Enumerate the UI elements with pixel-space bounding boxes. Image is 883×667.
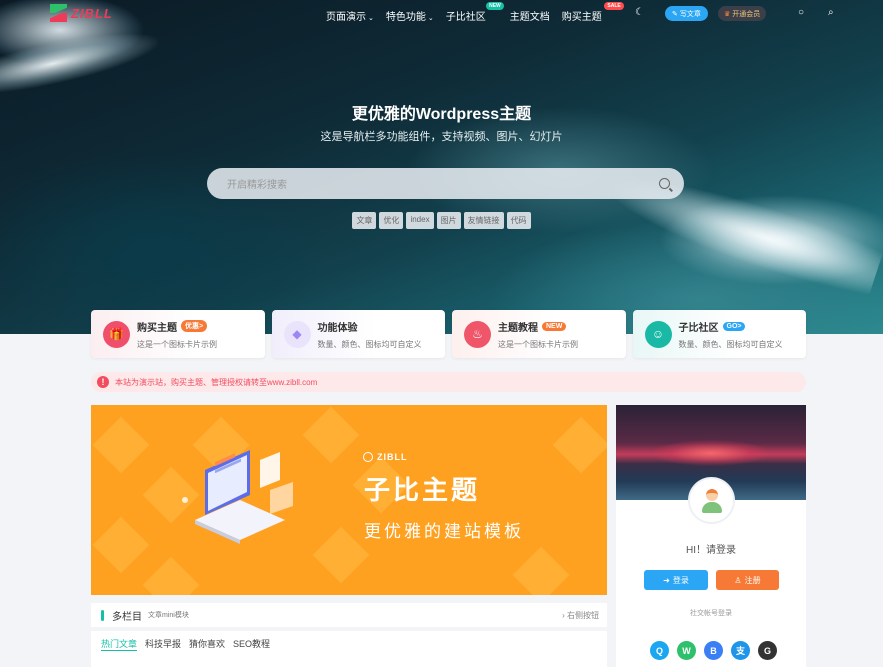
search-placeholder: 开启精彩搜索 (227, 180, 287, 191)
discount-badge: 优惠> (181, 320, 208, 332)
lightbulb-icon[interactable]: ○ (798, 7, 804, 18)
search-tag[interactable]: 文章 (352, 212, 377, 229)
card-desc: 这是一个图标卡片示例 (498, 339, 578, 349)
search-tag[interactable]: 友情链接 (463, 212, 504, 229)
top-navbar: ZIBLL 页面演示 ⌄ 特色功能 ⌄ 子比社区 NEW 主题文档 购买主题 SALE … (0, 0, 883, 28)
card-title: 功能体验 (317, 322, 358, 334)
hero-wave-foam (0, 21, 163, 99)
qq-icon[interactable]: Q (650, 641, 669, 660)
search-icon[interactable] (659, 178, 670, 189)
notice-bar: ! 本站为演示站，购买主题、管理授权请转至www.zibll.com (91, 372, 806, 392)
wechat-icon[interactable]: W (677, 641, 696, 660)
hero-background (0, 0, 883, 334)
column-header: 多栏目 文章mini模块 › 右侧按钮 (91, 603, 607, 627)
login-greeting: HI！请登录 (686, 545, 736, 556)
accent-bar (101, 609, 104, 621)
new-badge: NEW (542, 321, 567, 331)
social-login-label: 社交帐号登录 (690, 610, 732, 617)
alert-icon: ! (97, 376, 109, 388)
crown-icon: ♛ (724, 10, 731, 18)
banner-tagline: 更优雅的建站模板 (364, 522, 524, 541)
login-button[interactable]: ➜ 登录 (644, 570, 708, 590)
laptop-illustration (182, 450, 293, 544)
chevron-down-icon: ⌄ (427, 15, 434, 22)
search-tag[interactable]: 代码 (506, 212, 531, 229)
tab-recommend[interactable]: 猜你喜欢 (189, 637, 225, 651)
hero-subtitle: 这是导航栏多功能组件，支持视频、图片、幻灯片 (320, 131, 563, 143)
user-icon: ♙ (734, 575, 742, 585)
tab-tech-news[interactable]: 科技早报 (145, 637, 181, 651)
hero-search-input[interactable]: 开启精彩搜索 (207, 168, 684, 199)
search-icon[interactable]: ⌕ (828, 7, 834, 18)
card-tutorial[interactable]: ♨ 主题教程 NEW 这是一个图标卡片示例 (452, 310, 626, 358)
menu-item-features[interactable]: 特色功能 ⌄ (386, 8, 434, 23)
sale-badge: SALE (604, 2, 624, 10)
hero-title: 更优雅的Wordpress主题 (351, 106, 532, 123)
banner-slide[interactable] (91, 405, 607, 595)
logo-icon (363, 452, 373, 462)
alipay-icon[interactable]: 支 (731, 641, 750, 660)
go-badge: GO> (722, 321, 746, 331)
card-desc: 数量、颜色、图标均可自定义 (317, 339, 422, 349)
social-login-buttons: Q W B 支 G (650, 641, 777, 660)
column-right-button[interactable]: › 右侧按钮 (562, 610, 599, 621)
site-logo[interactable]: ZIBLL (50, 4, 113, 22)
tab-seo[interactable]: SEO教程 (233, 637, 270, 651)
avatar-icon (700, 487, 724, 515)
column-subtitle: 文章mini模块 (148, 612, 189, 619)
user-login-card: HI！请登录 ➜ 登录 ♙ 注册 社交帐号登录 Q W B 支 G (616, 405, 806, 667)
avatar[interactable] (688, 477, 735, 524)
new-badge: NEW (486, 2, 504, 10)
search-tag[interactable]: 优化 (379, 212, 404, 229)
menu-item-docs[interactable]: 主题文档 (510, 8, 550, 23)
menu-item-buy[interactable]: 购买主题 SALE (562, 2, 624, 23)
card-title: 子比社区 (678, 322, 719, 334)
register-button[interactable]: ♙ 注册 (716, 570, 779, 590)
notice-text[interactable]: 本站为演示站，购买主题、管理授权请转至www.zibll.com (115, 377, 317, 388)
vip-button[interactable]: ♛ 开通会员 (718, 6, 767, 21)
fire-icon: ♨ (464, 320, 491, 348)
login-icon: ➜ (663, 575, 670, 585)
github-icon[interactable]: G (758, 641, 777, 660)
card-title: 主题教程 (498, 322, 538, 334)
column-tabs: 热门文章 科技早报 猜你喜欢 SEO教程 (91, 631, 607, 667)
card-desc: 这是一个图标卡片示例 (137, 339, 217, 349)
search-tag[interactable]: 图片 (436, 212, 461, 229)
moon-icon[interactable]: ☾ (635, 7, 644, 18)
logo-text: ZIBLL (71, 5, 113, 21)
pen-icon: ✎ (672, 10, 678, 18)
card-features[interactable]: ◆ 功能体验 数量、颜色、图标均可自定义 (271, 310, 445, 358)
search-tag[interactable]: index (406, 212, 434, 229)
banner-headline: 子比主题 (364, 475, 481, 505)
chevron-down-icon: ⌄ (368, 15, 374, 22)
gift-icon: 🎁 (103, 320, 130, 348)
diamond-icon: ◆ (283, 320, 311, 348)
banner-brand: ZIBLL (363, 452, 408, 462)
baidu-icon[interactable]: B (704, 641, 723, 660)
community-icon: ☺ (644, 320, 672, 348)
card-desc: 数量、颜色、图标均可自定义 (678, 339, 783, 349)
column-title: 多栏目 (112, 611, 142, 623)
icon-cards: 🎁 购买主题 优惠> 这是一个图标卡片示例 ◆ 功能体验 数量、颜色、图标均可自定… (91, 310, 806, 358)
menu-item-demo[interactable]: 页面演示 ⌄ (326, 8, 374, 23)
search-hot-tags: 文章 优化 index 图片 友情链接 代码 (0, 212, 883, 229)
menu-item-community[interactable]: 子比社区 NEW (446, 2, 504, 23)
main-menu: 页面演示 ⌄ 特色功能 ⌄ 子比社区 NEW 主题文档 购买主题 SALE (326, 2, 624, 23)
write-post-button[interactable]: ✎ 写文章 (665, 6, 708, 21)
card-title: 购买主题 (137, 322, 177, 334)
tab-hot-articles[interactable]: 热门文章 (101, 637, 138, 651)
card-buy-theme[interactable]: 🎁 购买主题 优惠> 这是一个图标卡片示例 (91, 310, 265, 358)
logo-icon (50, 4, 67, 22)
card-community[interactable]: ☺ 子比社区 GO> 数量、颜色、图标均可自定义 (632, 310, 806, 358)
